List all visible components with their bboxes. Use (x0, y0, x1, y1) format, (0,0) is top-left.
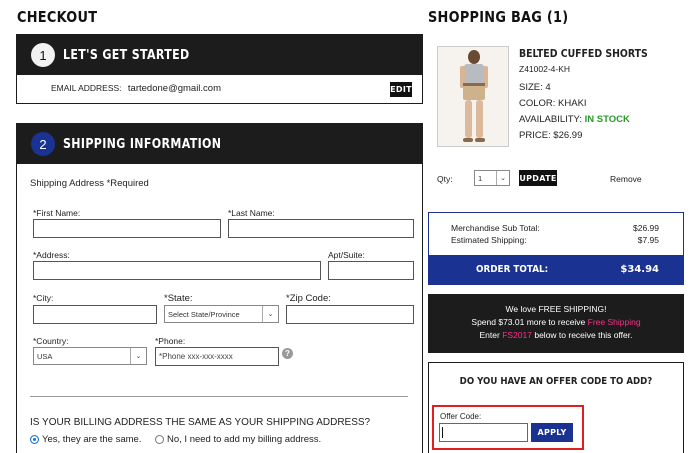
step2-section: 2 SHIPPING INFORMATION (16, 123, 423, 453)
email-row: EMAIL ADDRESS: tartedone@gmail.com (51, 83, 221, 94)
edit-email-button[interactable]: EDIT (390, 82, 412, 97)
chevron-down-icon: ⌄ (496, 171, 509, 185)
update-button[interactable]: UPDATE (519, 170, 557, 186)
checkout-title: CHECKOUT (17, 8, 98, 26)
state-select-value: Select State/Province (168, 309, 240, 319)
remove-link[interactable]: Remove (610, 174, 642, 184)
subtotal-label: Merchandise Sub Total: (451, 223, 540, 233)
step2-header: 2 SHIPPING INFORMATION (17, 124, 422, 164)
step2-number: 2 (31, 132, 55, 156)
email-value: tartedone@gmail.com (127, 83, 221, 94)
country-label: *Country: (33, 336, 69, 346)
state-select[interactable]: Select State/Province ⌄ (164, 305, 279, 323)
phone-input[interactable]: *Phone xxx-xxx-xxxx (155, 347, 279, 366)
promo-highlight: Free Shipping (587, 317, 641, 327)
product-color: COLOR: KHAKI (519, 98, 587, 109)
city-label: *City: (33, 293, 54, 303)
step1-number: 1 (31, 43, 55, 67)
phone-label: *Phone: (155, 336, 186, 346)
order-total-bar: ORDER TOTAL: $34.94 (429, 255, 683, 284)
promo-line1: We love FREE SHIPPING! (505, 304, 607, 314)
order-total-label: ORDER TOTAL: (476, 264, 549, 275)
qty-select[interactable]: 1 ⌄ (474, 170, 510, 186)
product-price: PRICE: $26.99 (519, 130, 583, 141)
first-name-input[interactable] (33, 219, 221, 238)
offer-question: DO YOU HAVE AN OFFER CODE TO ADD? (459, 376, 653, 387)
step1-section: 1 LET'S GET STARTED EMAIL ADDRESS: tarte… (16, 34, 423, 104)
billing-yes-option[interactable]: Yes, they are the same. (30, 434, 141, 445)
divider (30, 396, 408, 397)
address-label: *Address: (33, 250, 70, 260)
step2-title: SHIPPING INFORMATION (63, 136, 222, 152)
radio-selected-icon (30, 434, 39, 444)
shipping-address-label: Shipping Address *Required (30, 178, 149, 189)
apt-label: Apt/Suite: (328, 250, 365, 260)
order-summary: Merchandise Sub Total: $26.99 Estimated … (428, 212, 684, 285)
shipping-row: Estimated Shipping: $7.95 (451, 235, 659, 245)
step1-title: LET'S GET STARTED (63, 47, 190, 63)
bag-title: SHOPPING BAG (1) (428, 8, 569, 26)
apply-button[interactable]: APPLY (531, 423, 573, 442)
subtotal-value: $26.99 (633, 223, 659, 233)
help-icon[interactable]: ? (282, 348, 293, 359)
product-availability: AVAILABILITY: IN STOCK (519, 114, 630, 125)
chevron-down-icon: ⌄ (262, 306, 278, 322)
model-silhouette-icon (438, 47, 508, 146)
offer-code-toggle[interactable]: DO YOU HAVE AN OFFER CODE TO ADD? (429, 376, 683, 387)
promo-line3: Enter FS2017 below to receive this offer… (479, 330, 633, 340)
product-name[interactable]: BELTED CUFFED SHORTS (519, 47, 648, 60)
availability-label: AVAILABILITY: (519, 114, 583, 125)
billing-no-label: No, I need to add my billing address. (167, 434, 322, 445)
offer-code-input[interactable] (439, 423, 528, 442)
availability-status: IN STOCK (584, 114, 630, 125)
shipping-value: $7.95 (637, 235, 659, 245)
apt-input[interactable] (328, 261, 414, 280)
text-cursor (442, 427, 443, 438)
qty-value: 1 (478, 173, 483, 183)
zip-input[interactable] (286, 305, 414, 324)
billing-question: IS YOUR BILLING ADDRESS THE SAME AS YOUR… (30, 417, 371, 428)
address-input[interactable] (33, 261, 321, 280)
country-select[interactable]: USA ⌄ (33, 347, 147, 365)
offer-code-label: Offer Code: (440, 412, 482, 421)
product-image[interactable] (437, 46, 509, 147)
step1-header: 1 LET'S GET STARTED (17, 35, 422, 75)
promo-line2: Spend $73.01 more to receive Free Shippi… (471, 317, 641, 327)
shipping-label: Estimated Shipping: (451, 235, 527, 245)
promo-code: FS2017 (502, 330, 532, 340)
billing-yes-label: Yes, they are the same. (42, 434, 142, 445)
last-name-input[interactable] (228, 219, 414, 238)
subtotal-row: Merchandise Sub Total: $26.99 (451, 223, 659, 233)
state-label: *State: (164, 293, 193, 304)
free-shipping-promo: We love FREE SHIPPING! Spend $73.01 more… (428, 294, 684, 353)
email-label: EMAIL ADDRESS: (51, 83, 122, 93)
chevron-down-icon: ⌄ (130, 348, 146, 364)
radio-unselected-icon (155, 434, 164, 444)
last-name-label: *Last Name: (228, 208, 275, 218)
zip-label: *Zip Code: (286, 293, 331, 304)
order-total-value: $34.94 (620, 264, 659, 275)
first-name-label: *First Name: (33, 208, 81, 218)
product-sku: Z41002-4-KH (519, 64, 571, 74)
country-select-value: USA (37, 351, 53, 361)
city-input[interactable] (33, 305, 157, 324)
product-size: SIZE: 4 (519, 82, 551, 93)
qty-label: Qty: (437, 174, 453, 184)
billing-no-option[interactable]: No, I need to add my billing address. (155, 434, 321, 445)
